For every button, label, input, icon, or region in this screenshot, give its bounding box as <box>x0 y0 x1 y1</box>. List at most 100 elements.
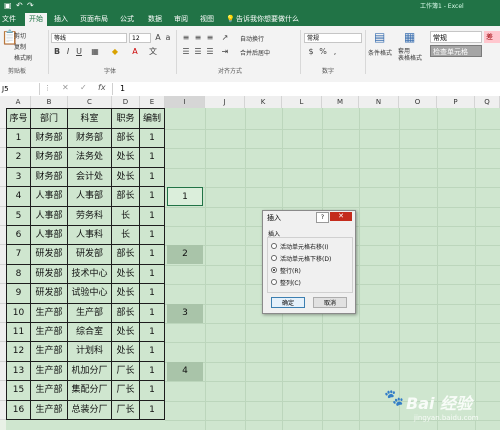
helper-cell[interactable]: 4 <box>167 361 203 381</box>
tab-page-layout[interactable]: 页面布局 <box>80 13 108 26</box>
align-left-icon[interactable]: ☰ <box>181 47 191 57</box>
table-cell[interactable]: 生产部 <box>31 303 68 323</box>
style-bad[interactable]: 差 <box>484 31 500 43</box>
table-cell[interactable]: 人事科 <box>68 226 112 246</box>
shrink-font-icon[interactable]: a <box>163 33 173 43</box>
table-cell[interactable]: 处长 <box>112 342 140 362</box>
table-cell[interactable]: 总装分厂 <box>68 400 112 420</box>
wrap-text-button[interactable]: 自动换行 <box>240 34 264 43</box>
table-cell[interactable]: 1 <box>140 226 165 246</box>
insert-function-icon[interactable]: fx <box>98 83 106 92</box>
copy-button[interactable]: 复制 <box>14 42 26 51</box>
table-cell[interactable]: 机加分厂 <box>68 361 112 382</box>
column-header[interactable]: Q <box>475 96 500 108</box>
table-cell[interactable]: 1 <box>140 148 165 168</box>
tab-home[interactable]: 开始 <box>25 13 47 26</box>
format-table-icon[interactable]: ▦ <box>404 30 415 44</box>
table-cell[interactable]: 1 <box>140 284 165 304</box>
table-cell[interactable]: 研发部 <box>31 284 68 304</box>
style-normal[interactable]: 常规 <box>430 31 482 43</box>
table-cell[interactable]: 1 <box>140 381 165 401</box>
phonetic-icon[interactable]: 文 <box>148 47 158 57</box>
table-cell[interactable]: 人事部 <box>31 226 68 246</box>
table-cell[interactable]: 厂长 <box>112 381 140 401</box>
table-cell[interactable]: 生产部 <box>31 361 68 382</box>
merge-center-button[interactable]: 合并后居中 <box>240 48 270 57</box>
column-header[interactable]: L <box>282 96 322 108</box>
table-cell[interactable]: 技术中心 <box>68 264 112 285</box>
table-cell[interactable]: 5 <box>6 206 31 226</box>
tab-view[interactable]: 视图 <box>200 13 214 26</box>
table-cell[interactable]: 劳务科 <box>68 206 112 226</box>
column-header[interactable]: E <box>140 96 165 108</box>
option-entire-row-label[interactable]: 整行(R) <box>280 266 301 275</box>
cancel-icon[interactable]: ✕ <box>62 83 69 92</box>
font-color-icon[interactable]: A <box>130 47 140 57</box>
tab-data[interactable]: 数据 <box>148 13 162 26</box>
option-entire-row-radio[interactable] <box>271 267 277 273</box>
table-cell[interactable]: 处长 <box>112 284 140 304</box>
helper-cell[interactable]: 3 <box>167 303 203 323</box>
table-cell[interactable]: 1 <box>6 129 31 149</box>
table-cell[interactable]: 部长 <box>112 187 140 207</box>
table-cell[interactable]: 7 <box>6 245 31 265</box>
option-shift-right-label[interactable]: 活动单元格右移(I) <box>280 242 328 251</box>
conditional-format-icon[interactable]: ▤ <box>374 30 385 44</box>
table-cell[interactable]: 1 <box>140 187 165 207</box>
column-header[interactable]: C <box>68 96 112 108</box>
table-cell[interactable]: 13 <box>6 361 31 382</box>
table-cell[interactable]: 6 <box>6 226 31 246</box>
table-cell[interactable]: 财务部 <box>31 167 68 188</box>
column-header[interactable]: J <box>205 96 245 108</box>
table-cell[interactable]: 9 <box>6 284 31 304</box>
table-cell[interactable]: 12 <box>6 342 31 362</box>
table-cell[interactable]: 人事部 <box>68 187 112 207</box>
table-cell[interactable]: 研发部 <box>68 245 112 265</box>
table-cell[interactable]: 4 <box>6 187 31 207</box>
save-icon[interactable]: ▣ <box>4 1 12 10</box>
option-entire-column-radio[interactable] <box>271 279 277 285</box>
table-cell[interactable]: 10 <box>6 303 31 323</box>
bold-icon[interactable]: B <box>52 47 62 57</box>
table-cell[interactable]: 2 <box>6 148 31 168</box>
table-cell[interactable]: 1 <box>140 206 165 226</box>
table-cell[interactable]: 1 <box>140 361 165 382</box>
table-header-cell[interactable]: 部门 <box>31 108 68 129</box>
table-header-cell[interactable]: 序号 <box>6 108 31 129</box>
column-header[interactable]: O <box>399 96 437 108</box>
font-size-combo[interactable]: 12 <box>129 33 151 43</box>
number-format-combo[interactable]: 常规 <box>304 33 362 43</box>
table-cell[interactable]: 长 <box>112 226 140 246</box>
column-header[interactable]: N <box>359 96 399 108</box>
table-cell[interactable]: 处长 <box>112 148 140 168</box>
table-cell[interactable]: 处长 <box>112 264 140 285</box>
option-shift-right-radio[interactable] <box>271 243 277 249</box>
table-cell[interactable]: 处长 <box>112 323 140 343</box>
table-cell[interactable]: 11 <box>6 323 31 343</box>
table-cell[interactable]: 生产部 <box>31 381 68 401</box>
table-cell[interactable]: 3 <box>6 167 31 188</box>
column-header[interactable]: D <box>112 96 140 108</box>
close-icon[interactable]: ✕ <box>330 212 352 221</box>
percent-icon[interactable]: % <box>318 47 328 57</box>
column-header[interactable]: B <box>31 96 68 108</box>
table-cell[interactable]: 处长 <box>112 167 140 188</box>
table-cell[interactable]: 1 <box>140 167 165 188</box>
tell-me-search[interactable]: 告诉我你想要做什么 <box>236 13 299 26</box>
table-cell[interactable]: 1 <box>140 264 165 285</box>
conditional-format-button[interactable]: 条件格式 <box>368 48 392 57</box>
table-cell[interactable]: 1 <box>140 400 165 420</box>
table-cell[interactable]: 厂长 <box>112 361 140 382</box>
table-cell[interactable]: 厂长 <box>112 400 140 420</box>
column-header[interactable]: P <box>437 96 475 108</box>
column-header[interactable]: A <box>6 96 31 108</box>
table-cell[interactable]: 研发部 <box>31 264 68 285</box>
table-cell[interactable]: 试验中心 <box>68 284 112 304</box>
table-cell[interactable]: 生产部 <box>31 400 68 420</box>
style-check-cell[interactable]: 检查单元格 <box>430 45 482 57</box>
table-header-cell[interactable]: 职务 <box>112 108 140 129</box>
cancel-button[interactable]: 取消 <box>313 297 347 308</box>
option-shift-down-radio[interactable] <box>271 255 277 261</box>
table-cell[interactable]: 1 <box>140 129 165 149</box>
table-cell[interactable]: 1 <box>140 323 165 343</box>
